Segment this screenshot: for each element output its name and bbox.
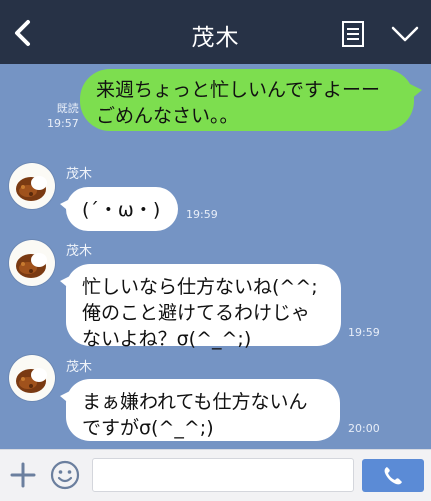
message-time: 19:59	[348, 326, 380, 339]
avatar-curry-image	[10, 164, 54, 208]
chat-title: 茂木	[191, 25, 240, 51]
message-input[interactable]	[92, 458, 354, 492]
avatar[interactable]	[9, 240, 55, 286]
message-time: 19:59	[186, 208, 218, 221]
sender-name: 茂木	[66, 167, 93, 182]
read-receipt: 既読 19:57	[47, 101, 79, 131]
incoming-message-bubble[interactable]: (´・ω・)	[66, 187, 178, 231]
read-label: 既読	[56, 102, 79, 115]
bubble-tail	[410, 84, 422, 100]
sender-name: 茂木	[66, 244, 93, 259]
back-button[interactable]	[10, 18, 38, 48]
chat-header: 茂木	[0, 0, 431, 64]
emoji-icon	[50, 460, 80, 490]
avatar-curry-image	[10, 241, 54, 285]
avatar[interactable]	[9, 355, 55, 401]
plus-icon	[10, 462, 36, 488]
notes-icon	[342, 21, 364, 47]
chevron-down-icon	[391, 26, 419, 42]
avatar[interactable]	[9, 163, 55, 209]
incoming-message-bubble[interactable]: 忙しいなら仕方ないね(^^; 俺のこと避けてるわけじゃ ないよね？σ(^_^;)	[66, 264, 341, 350]
sender-name: 茂木	[66, 360, 93, 375]
call-button[interactable]	[362, 459, 424, 492]
outgoing-message-bubble[interactable]: 来週ちょっと忙しいんですよーー ごめんなさい。。	[80, 69, 414, 131]
message-input-bar	[0, 449, 431, 501]
message-time: 20:00	[348, 422, 380, 435]
avatar-curry-image	[10, 356, 54, 400]
chevron-left-icon	[15, 20, 30, 46]
incoming-message-bubble[interactable]: まぁ嫌われても仕方ないん ですがσ(^_^;)	[66, 379, 340, 441]
message-time: 19:57	[47, 117, 79, 130]
notes-button[interactable]	[341, 20, 365, 48]
phone-icon	[384, 467, 402, 485]
menu-button[interactable]	[390, 24, 420, 44]
add-button[interactable]	[10, 462, 36, 488]
emoji-button[interactable]	[50, 460, 80, 490]
